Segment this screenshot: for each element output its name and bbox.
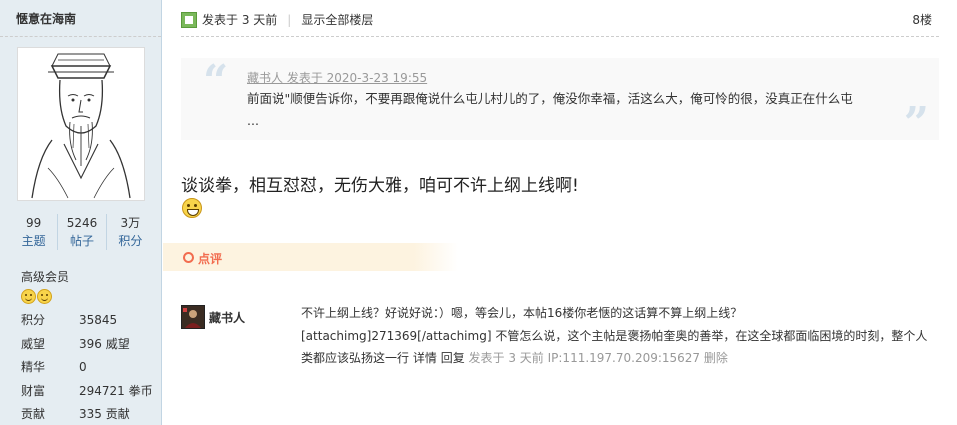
post-header: 发表于 3 天前 | 显示全部楼层 [181, 11, 373, 28]
stat-threads[interactable]: 99 主题 [10, 214, 59, 250]
stat-label: 帖子 [69, 234, 94, 248]
comment-circle-icon [183, 252, 194, 263]
divider [181, 36, 939, 37]
info-row: 精华 0 [21, 357, 156, 381]
comment-avatar[interactable] [181, 305, 205, 329]
floor-number[interactable]: 8楼 [912, 11, 932, 28]
grin-emoji-icon [182, 198, 202, 218]
smiley-icon [37, 289, 52, 304]
user-sidebar: 惬意在海南 99 主题 5246 帖子 3万 积分 高级会员 积分 35845 … [0, 0, 162, 425]
info-value: 294721 拳币 [79, 383, 153, 398]
comment-tab-label: 点评 [198, 252, 223, 266]
info-key: 积分 [21, 313, 46, 327]
user-stats: 99 主题 5246 帖子 3万 积分 [10, 214, 154, 250]
divider [0, 36, 161, 37]
info-value: 35845 [79, 313, 118, 327]
open-quote-icon: “ [203, 56, 229, 107]
stat-points[interactable]: 3万 积分 [107, 214, 154, 250]
level-icons [21, 289, 52, 304]
quote-block: “ 藏书人 发表于 2020-3-23 19:55 前面说"顺便告诉你，不要再跟… [181, 56, 939, 146]
post-time: 发表于 3 天前 [202, 13, 278, 27]
comment-section-tab: 点评 [163, 243, 458, 271]
comment-author[interactable]: 藏书人 [209, 309, 245, 326]
info-key: 威望 [21, 336, 46, 351]
info-value: 335 贡献 [79, 407, 130, 421]
member-level[interactable]: 高级会员 [21, 268, 69, 285]
reply-link[interactable]: 回复 [441, 351, 465, 365]
post-content: 发表于 3 天前 | 显示全部楼层 8楼 “ 藏书人 发表于 2020-3-23… [163, 0, 957, 425]
comment-meta: 发表于 3 天前 IP:111.197.70.209:15627 [468, 351, 701, 365]
post-body: 谈谈拳，相互怼怼，无伤大雅，咱可不许上纲上线啊! [181, 176, 579, 196]
detail-link[interactable]: 详情 [413, 351, 437, 365]
stat-posts[interactable]: 5246 帖子 [58, 214, 107, 250]
info-key: 财富 [21, 383, 46, 398]
stat-label: 积分 [118, 234, 143, 248]
separator: | [287, 12, 292, 27]
close-quote-icon: ” [903, 98, 929, 149]
delete-link[interactable]: 删除 [704, 351, 728, 365]
user-info: 积分 35845 威望 396 威望 精华 0 财富 294721 拳币 贡献 … [21, 310, 156, 425]
info-row: 贡献 335 贡献 [21, 404, 156, 425]
info-key: 贡献 [21, 407, 46, 421]
quote-meta-link[interactable]: 藏书人 发表于 2020-3-23 19:55 [247, 69, 427, 86]
comment-text: 不许上纲上线？好说好说：）嗯，等会儿，本帖16楼你老惬的这话算不算上纲上线？ [… [301, 302, 936, 370]
info-value: 0 [79, 360, 87, 374]
smiley-icon [21, 289, 36, 304]
stat-value: 5246 [66, 216, 98, 230]
info-value: 396 威望 [79, 336, 130, 351]
online-status-icon [181, 11, 197, 28]
avatar[interactable] [17, 47, 145, 201]
info-key: 精华 [21, 360, 46, 374]
info-row: 积分 35845 [21, 310, 156, 334]
quote-body: 前面说"顺便告诉你，不要再跟俺说什么屯儿村儿的了，俺没你幸福，活这么大，俺可怜的… [247, 91, 853, 128]
username[interactable]: 惬意在海南 [16, 10, 76, 27]
stat-label: 主题 [21, 234, 46, 248]
info-row: 财富 294721 拳币 [21, 381, 156, 405]
stat-value: 3万 [120, 216, 141, 230]
stat-value: 99 [26, 216, 42, 230]
show-all-floors-link[interactable]: 显示全部楼层 [301, 11, 373, 28]
info-row: 威望 396 威望 [21, 334, 156, 358]
